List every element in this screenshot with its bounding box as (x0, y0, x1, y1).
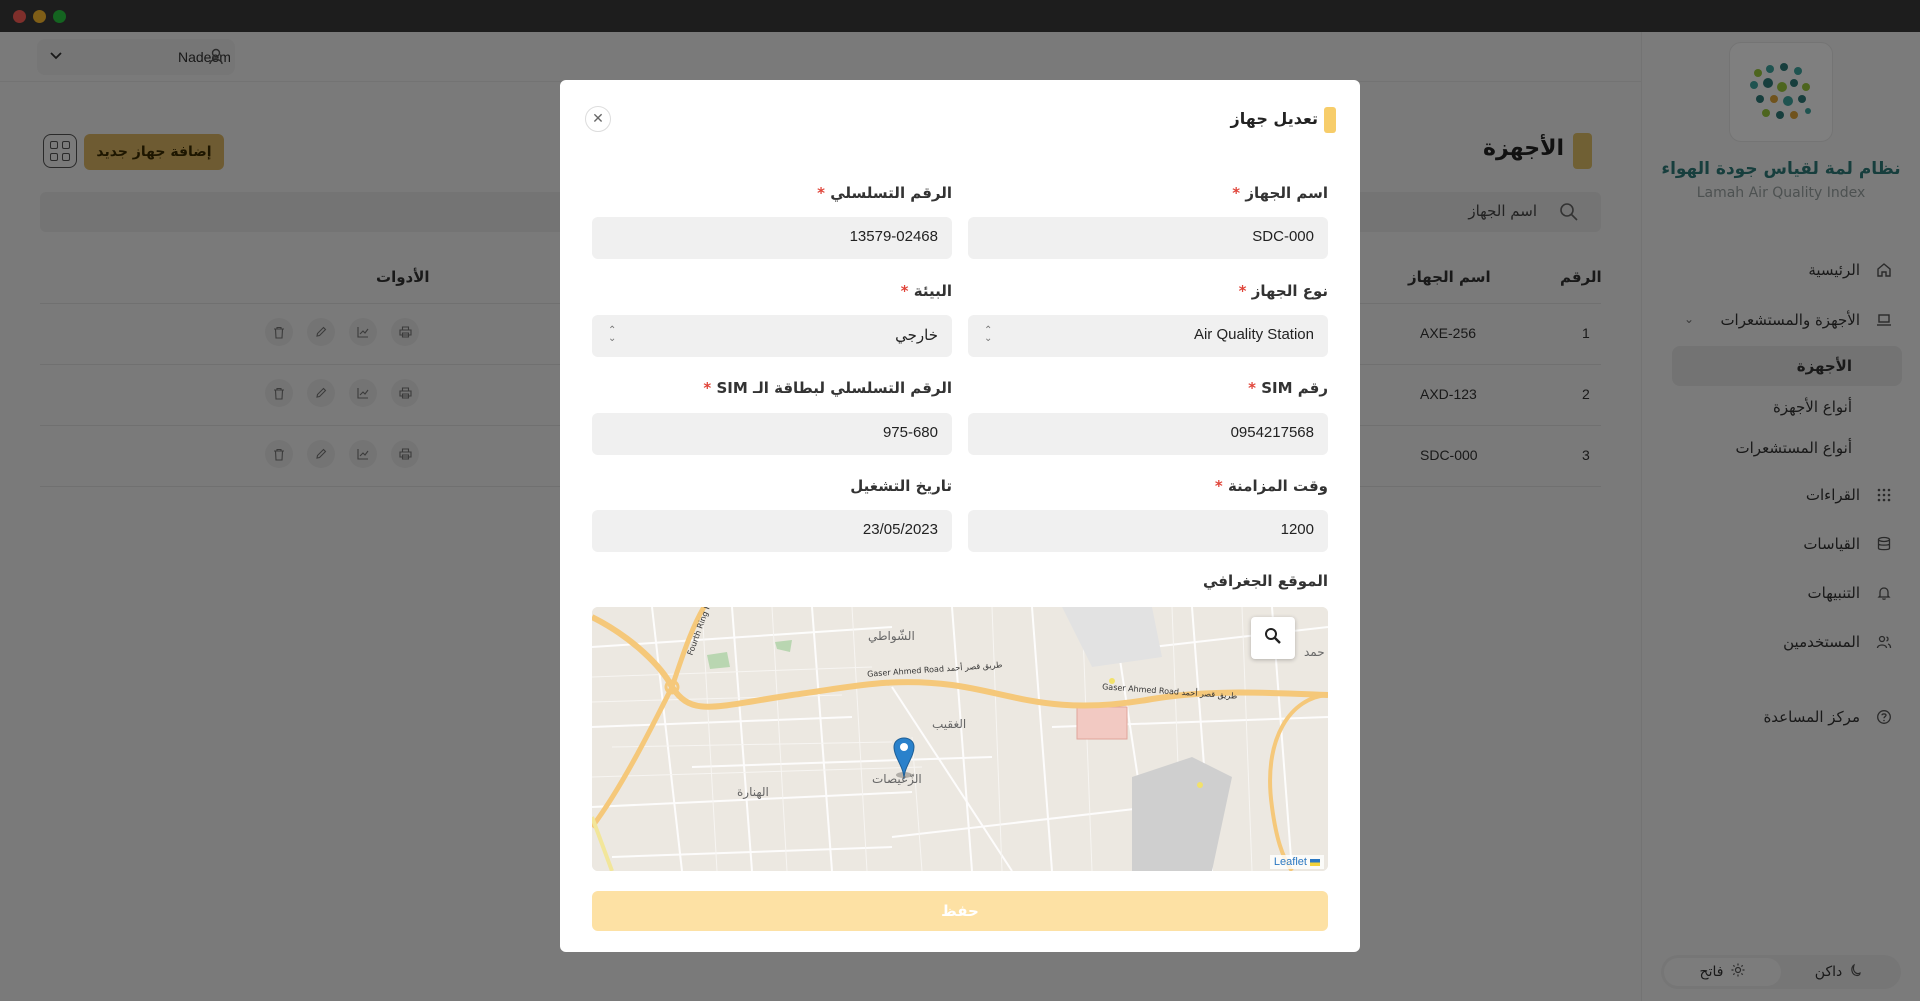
modal-title-accent (1324, 107, 1336, 133)
flag-icon (1310, 858, 1320, 866)
map-tiles (592, 607, 1328, 871)
save-button[interactable]: حفظ (592, 891, 1328, 931)
serial-number-label: الرقم التسلسلي * (817, 184, 952, 202)
location-label: الموقع الجغرافي (1202, 572, 1328, 590)
map-attribution-link[interactable]: Leaflet (1269, 855, 1324, 869)
device-type-label: نوع الجهاز * (1238, 282, 1328, 300)
map-search-button[interactable] (1251, 617, 1295, 659)
select-arrows-icon: ⌃ ⌄ (984, 325, 993, 344)
sync-time-label: وقت المزامنة * (1214, 477, 1328, 495)
map-label-hunara: الهنارة (737, 785, 769, 799)
serial-number-field[interactable]: 13579-02468 (592, 217, 952, 259)
device-name-field[interactable]: SDC-000 (968, 217, 1328, 259)
start-date-label: تاريخ التشغيل (850, 477, 952, 495)
edit-device-modal: تعديل جهاز ✕ اسم الجهاز * SDC-000 الرقم … (560, 80, 1360, 952)
environment-select[interactable]: خارجي ⌃ ⌄ (592, 315, 952, 357)
map-label-hamad: حمد (1304, 645, 1325, 659)
map-label-shawahi: الشّواطي (868, 629, 915, 643)
sim-serial-label: الرقم التسلسلي لبطاقة الـ SIM * (703, 379, 952, 397)
select-arrows-icon: ⌃ ⌄ (608, 325, 617, 344)
start-date-field[interactable]: 23/05/2023 (592, 510, 952, 552)
location-map[interactable]: الشّواطي الغقيب الزّعيصات الهنارة حمد Ga… (592, 607, 1328, 871)
map-label-ghuqaib: الغقيب (932, 717, 967, 731)
search-icon (1264, 627, 1282, 649)
device-type-select[interactable]: Air Quality Station ⌃ ⌄ (968, 315, 1328, 357)
modal-title: تعديل جهاز (1230, 109, 1318, 128)
sim-serial-field[interactable]: 975-680 (592, 413, 952, 455)
sim-number-field[interactable]: 0954217568 (968, 413, 1328, 455)
close-icon[interactable]: ✕ (585, 106, 611, 132)
sync-time-field[interactable]: 1200 (968, 510, 1328, 552)
environment-label: البيئة * (900, 282, 952, 300)
device-name-label: اسم الجهاز * (1232, 184, 1328, 202)
sim-number-label: رقم SIM * (1248, 379, 1328, 397)
map-label-zuaisat: الزّعيصات (872, 772, 922, 786)
